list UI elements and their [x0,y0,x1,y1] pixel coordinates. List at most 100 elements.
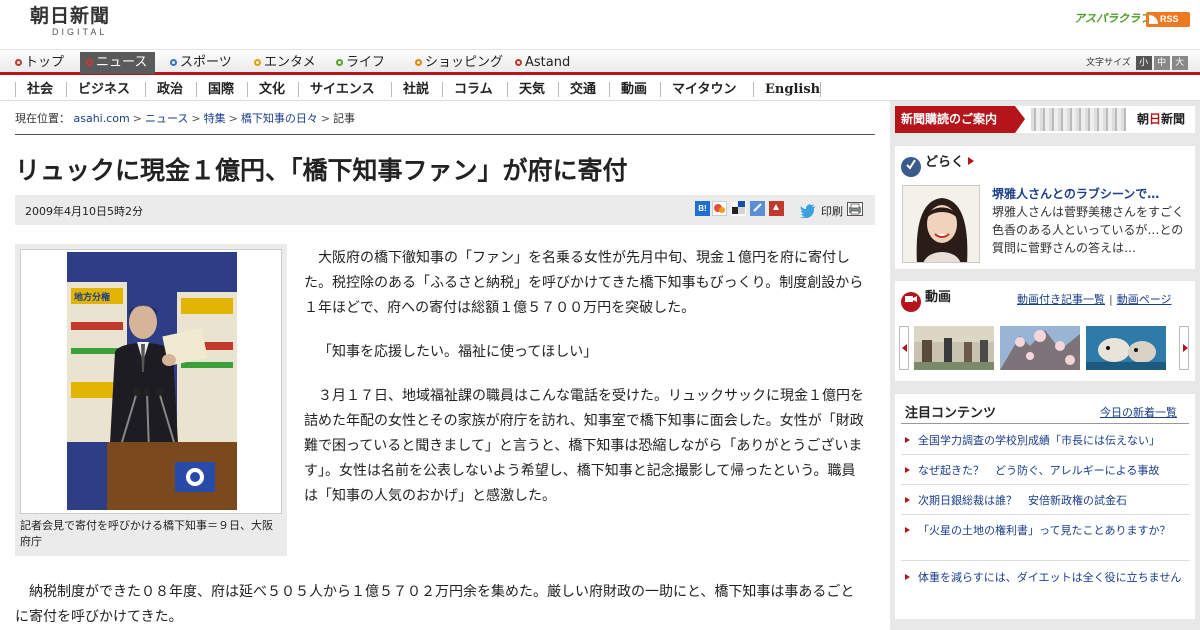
breadcrumb-link-feature[interactable]: 特集 [204,112,226,125]
print-label[interactable]: 印刷 [821,203,843,219]
breadcrumb-link-news[interactable]: ニュース [145,112,188,125]
subnav-item-international[interactable]: 国際 [208,80,234,99]
press-conference-photo[interactable]: 地方分権 [67,252,237,510]
doraku-article-title[interactable]: 堺雅人さんとのラブシーンで… [992,185,1159,202]
font-size-medium-button[interactable]: 中 [1153,56,1170,70]
nav-item-label: ショッピング [425,55,504,70]
nav-item-label: Astand [525,55,571,70]
video-prev-button[interactable] [899,326,909,370]
hatena-bookmark-icon[interactable]: B! [695,201,710,216]
arrow-right-icon [1015,106,1025,133]
subnav-item-traffic[interactable]: 交通 [570,80,596,99]
subnav-item-english[interactable]: English [765,80,820,99]
nav-separator [820,82,821,97]
featured-item[interactable]: 「火星の土地の権利書」って見たことありますか？ [901,522,1189,539]
circle-bullet-icon [86,59,93,66]
video-next-button[interactable] [1179,326,1189,370]
circle-bullet-icon [415,59,422,66]
subnav-item-column[interactable]: コラム [454,80,493,99]
nav-item-label: エンタメ [264,55,316,70]
subnav-item-culture[interactable]: 文化 [259,80,285,99]
video-thumbnail[interactable] [1086,326,1166,370]
nav-separator [196,82,197,97]
circle-bullet-icon [15,59,22,66]
featured-divider [901,423,1189,424]
logo-main-text: 朝日新聞 [30,5,111,27]
breadcrumb-current: 記事 [333,112,356,125]
subnav-item-editorial[interactable]: 社説 [403,80,429,99]
breadcrumb-separator-icon: > [228,112,238,125]
nav-separator [753,82,754,97]
delicious-icon[interactable] [731,200,746,216]
doraku-header[interactable]: どらく [901,152,975,177]
twitter-bird-icon[interactable] [800,204,815,219]
photo-frame: 地方分権 [20,249,282,514]
font-size-small-button[interactable]: 小 [1135,56,1152,70]
nav-item-entame[interactable]: エンタメ [254,53,316,73]
nav-separator [609,82,610,97]
breadcrumb-link-asahi[interactable]: asahi.com [74,112,130,125]
video-articles-link[interactable]: 動画付き記事一覧 [1017,293,1105,306]
printer-icon[interactable] [847,202,863,216]
main-navigation: トップ ニュース スポーツ エンタメ ライフ ショッピング Astand 文字サ… [0,51,1200,75]
video-thumbnail[interactable] [914,326,994,370]
nav-item-news[interactable]: ニュース [80,52,156,74]
video-header: 動画 [901,287,952,312]
featured-item[interactable]: なぜ起きた？ どう防ぐ、アレルギーによる事故 [901,462,1189,479]
article-paragraph: 「知事を応援したい。福祉に使ってほしい」 [318,344,598,360]
newsing-icon[interactable] [769,201,784,216]
breadcrumb: 現在位置： asahi.com > ニュース > 特集 > 橋下知事の日々 > 記事 [15,110,355,126]
sidebar: 新聞購読のご案内 朝日新聞 どらく 堺雅人さんとのラブシーンで… 堺雅人さんは菅… [890,101,1200,630]
font-size-large-button[interactable]: 大 [1171,56,1188,70]
circle-bullet-icon [515,59,522,66]
link-separator: | [1109,293,1113,306]
nav-separator [15,82,16,97]
newspaper-stack-image [1031,108,1126,131]
nav-item-label: スポーツ [180,55,232,70]
featured-item[interactable]: 全国学力調査の学校別成績「市長には伝えない」 [901,432,1189,449]
nav-item-top[interactable]: トップ [15,53,64,73]
breadcrumb-separator-icon: > [191,112,201,125]
livedoor-clip-icon[interactable] [750,201,765,216]
nav-separator [391,82,392,97]
breadcrumb-separator-icon: > [320,112,331,125]
subnav-item-society[interactable]: 社会 [27,80,53,99]
subnav-item-politics[interactable]: 政治 [157,80,183,99]
featured-separator [901,560,1189,561]
sub-navigation: 社会 ビジネス 政治 国際 文化 サイエンス 社説 コラム 天気 交通 動画 マ… [0,78,1200,101]
subnav-item-science[interactable]: サイエンス [310,80,375,99]
asahi-digital-logo[interactable]: 朝日新聞 DIGITAL [30,6,130,40]
arrow-right-icon [968,157,975,165]
video-page-link[interactable]: 動画ページ [1117,293,1172,306]
doraku-thumbnail[interactable] [902,185,980,263]
video-thumbnail[interactable] [1000,326,1080,370]
subscription-banner[interactable]: 新聞購読のご案内 朝日新聞 [895,106,1195,133]
nav-item-life[interactable]: ライフ [336,53,385,73]
article-body: 大阪府の橋下徹知事の「ファン」を名乗る女性が先月中旬、現金１億円を府に寄付した。… [304,246,866,528]
rss-button[interactable]: RSS [1146,12,1190,27]
article-paragraph: 大阪府の橋下徹知事の「ファン」を名乗る女性が先月中旬、現金１億円を府に寄付した。… [304,250,864,316]
subnav-item-video[interactable]: 動画 [621,80,647,99]
nav-item-shopping[interactable]: ショッピング [415,53,503,73]
article-paragraph: 納税制度ができた０８年度、府は延べ５０５人から１億５７０２万円余を集めた。厳しい… [15,584,855,625]
subnav-item-weather[interactable]: 天気 [519,80,545,99]
breadcrumb-link-hashimoto[interactable]: 橋下知事の日々 [241,112,318,125]
todays-new-list-link[interactable]: 今日の新着一覧 [1100,404,1177,420]
nav-item-label: ライフ [346,55,386,70]
nav-item-astand[interactable]: Astand [515,53,570,73]
nav-item-sports[interactable]: スポーツ [170,53,232,73]
font-size-label: 文字サイズ [1086,58,1131,68]
photo-sign-text: 地方分権 [74,291,110,303]
featured-item[interactable]: 次期日銀総裁は誰？ 安倍新政権の試金石 [901,492,1189,509]
breadcrumb-separator-icon: > [132,112,142,125]
featured-contents-panel: 注目コンテンツ 今日の新着一覧 全国学力調査の学校別成績「市長には伝えない」 な… [895,394,1195,619]
video-panel: 動画 動画付き記事一覧 | 動画ページ [895,281,1195,381]
buzzurl-icon[interactable] [712,201,727,216]
video-title: 動画 [925,290,952,305]
subnav-item-mytown[interactable]: マイタウン [672,80,736,99]
featured-item[interactable]: 体重を減らすには、ダイエットは全く役に立ちません [901,569,1189,586]
subnav-item-business[interactable]: ビジネス [78,80,130,99]
doraku-article-summary: 堺雅人さんは菅野美穂さんをすごく色香のある人といっているが…との質問に菅野さんの… [992,205,1185,255]
brand-char-1: 朝 [1136,112,1149,126]
asparaclub-link[interactable]: アスパラクラブ [1074,10,1151,26]
